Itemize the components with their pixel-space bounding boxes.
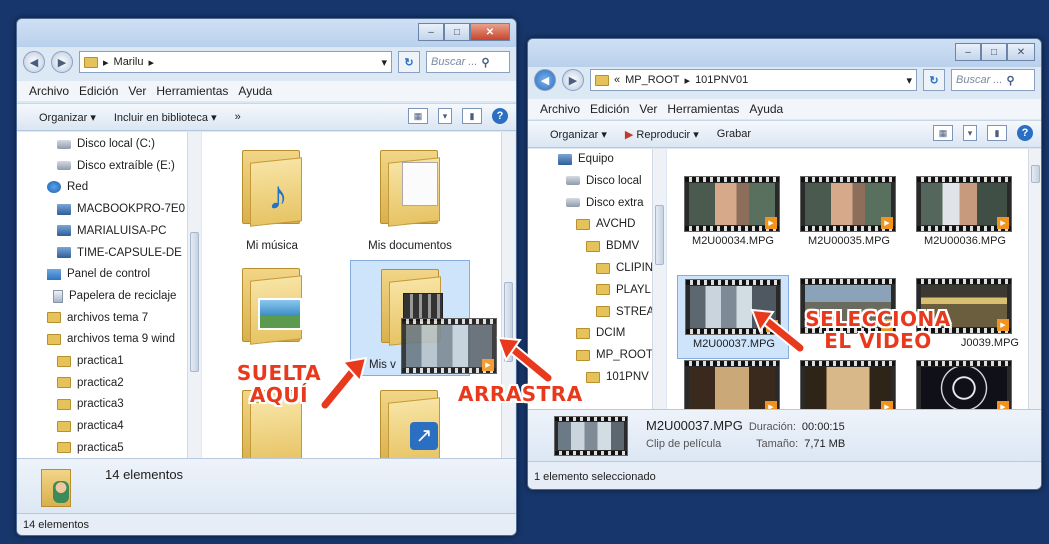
callout-line: EL VIDEO (824, 329, 932, 353)
drag-callout: ARRASTRA (458, 383, 583, 405)
callout-line: SELECCIONA (805, 307, 951, 331)
callout-line: AQUÍ (249, 383, 309, 407)
callout-line: SUELTA (236, 361, 322, 385)
callout-line: ARRASTRA (458, 382, 583, 406)
arrows-overlay (319, 308, 806, 411)
select-video-callout: SELECCIONA EL VIDEO (788, 308, 968, 352)
drop-here-callout: SUELTA AQUÍ (224, 362, 334, 406)
drag-arrow-icon (496, 336, 554, 384)
